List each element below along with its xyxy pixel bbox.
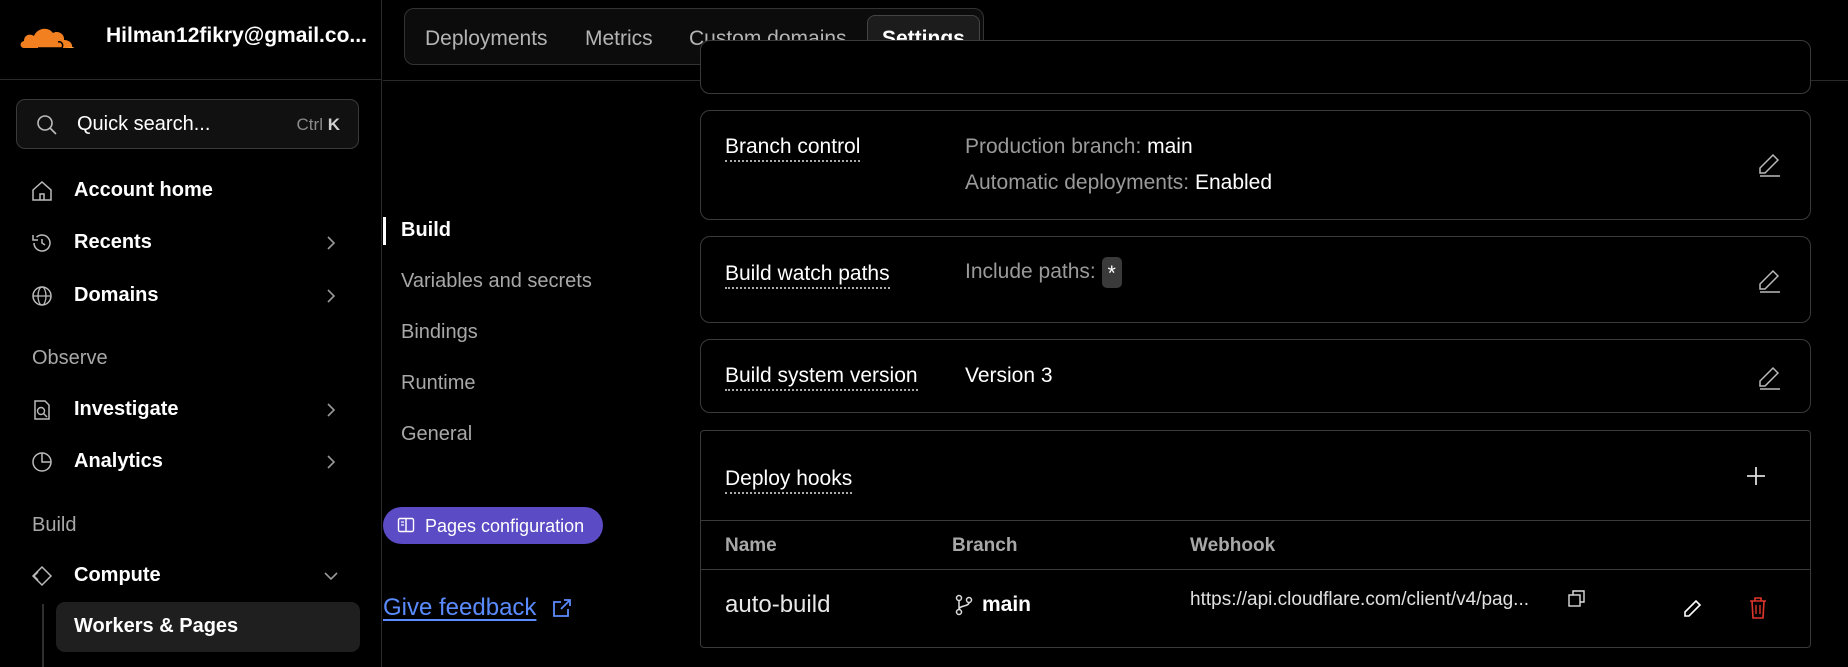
sidebar-item-label: Recents: [74, 231, 152, 253]
deploy-hooks-title[interactable]: Deploy hooks: [725, 467, 853, 494]
settings-nav-runtime[interactable]: Runtime: [401, 372, 475, 395]
settings-nav-general[interactable]: General: [401, 423, 472, 446]
sidebar-item-account-home[interactable]: Account home: [30, 171, 360, 211]
edit-branch-control-icon[interactable]: [1756, 151, 1782, 177]
delete-hook-icon[interactable]: [1748, 596, 1768, 620]
sidebar-item-label: Workers & Pages: [74, 615, 239, 637]
deploy-hooks-card: Deploy hooks Name Branch Webhook auto-bu…: [700, 430, 1811, 648]
sidebar-item-label: Compute: [74, 564, 161, 586]
chevron-right-icon: [327, 289, 336, 303]
sidebar-header: Hilman12fikry@gmail.co...: [0, 0, 382, 80]
auto-deployments-text: Automatic deployments: Enabled: [965, 171, 1273, 194]
edit-watch-paths-icon[interactable]: [1756, 267, 1782, 293]
give-feedback-link[interactable]: Give feedback: [383, 594, 536, 622]
chevron-right-icon: [327, 236, 336, 250]
edit-system-version-icon[interactable]: [1756, 364, 1782, 390]
compute-icon: [31, 565, 53, 587]
account-name[interactable]: Hilman12fikry@gmail.co...: [106, 24, 367, 48]
search-label: Quick search...: [77, 113, 211, 135]
chevron-right-icon: [327, 403, 336, 417]
branch-control-card: Branch control Production branch: main A…: [700, 110, 1811, 220]
sidebar-item-workers-pages[interactable]: Workers & Pages: [56, 602, 360, 652]
external-link-icon[interactable]: [551, 597, 573, 619]
settings-nav-bindings[interactable]: Bindings: [401, 321, 478, 344]
build-watch-paths-title[interactable]: Build watch paths: [725, 262, 890, 289]
sidebar-item-compute[interactable]: Compute: [30, 556, 360, 596]
chevron-down-icon: [324, 572, 338, 581]
section-label-build: Build: [32, 514, 77, 536]
tab-metrics[interactable]: Metrics: [585, 15, 653, 60]
sidebar-item-label: Analytics: [74, 450, 163, 472]
include-paths-chip: *: [1101, 257, 1122, 288]
column-header-branch: Branch: [952, 535, 1018, 556]
search-icon: [37, 115, 57, 135]
cloudflare-logo-icon[interactable]: [18, 22, 76, 50]
pages-configuration-button[interactable]: Pages configuration: [383, 507, 603, 544]
production-branch-text: Production branch: main: [965, 135, 1193, 158]
chevron-right-icon: [327, 455, 336, 469]
sidebar-item-analytics[interactable]: Analytics: [30, 442, 360, 482]
quick-search-button[interactable]: Quick search... Ctrl K: [16, 99, 359, 149]
sidebar-item-label: Account home: [74, 179, 213, 201]
home-icon: [32, 180, 52, 201]
build-system-version-title[interactable]: Build system version: [725, 364, 918, 391]
add-deploy-hook-icon[interactable]: [1742, 462, 1770, 490]
subnav-divider: [42, 604, 44, 667]
sidebar: Hilman12fikry@gmail.co... Quick search..…: [0, 0, 382, 667]
tab-deployments[interactable]: Deployments: [425, 15, 548, 60]
git-branch-icon: [955, 594, 973, 616]
sidebar-item-label: Domains: [74, 284, 159, 306]
hook-webhook-url[interactable]: https://api.cloudflare.com/client/v4/pag…: [1190, 589, 1529, 611]
copy-icon[interactable]: [1567, 589, 1587, 609]
investigate-icon: [34, 400, 50, 420]
hook-branch: main: [982, 593, 1032, 616]
build-system-version-card: Build system version Version 3: [700, 339, 1811, 413]
column-header-name: Name: [725, 535, 777, 556]
sidebar-item-label: Investigate: [74, 398, 179, 420]
analytics-icon: [32, 452, 52, 472]
search-shortcut: Ctrl K: [296, 115, 340, 134]
build-watch-paths-card: Build watch paths Include paths: *: [700, 236, 1811, 323]
previous-settings-card: [700, 40, 1811, 94]
active-indicator: [383, 217, 386, 245]
section-label-observe: Observe: [32, 347, 108, 369]
settings-nav-build[interactable]: Build: [401, 219, 451, 242]
hooks-divider: [701, 520, 1810, 521]
book-icon: [397, 517, 415, 533]
sidebar-item-investigate[interactable]: Investigate: [30, 390, 360, 430]
globe-icon: [32, 286, 52, 306]
build-system-version-value: Version 3: [965, 364, 1053, 387]
history-icon: [32, 234, 51, 252]
hook-name: auto-build: [725, 591, 831, 618]
settings-nav-variables[interactable]: Variables and secrets: [401, 270, 592, 293]
include-paths-text: Include paths: *: [965, 257, 1122, 288]
pages-configuration-label: Pages configuration: [425, 516, 585, 536]
table-row: auto-build main https://api.cloudflare.c…: [701, 570, 1810, 648]
branch-control-title[interactable]: Branch control: [725, 135, 861, 162]
column-header-webhook: Webhook: [1190, 535, 1276, 556]
sidebar-item-recents[interactable]: Recents: [30, 223, 360, 263]
sidebar-item-domains[interactable]: Domains: [30, 276, 360, 316]
edit-hook-icon[interactable]: [1682, 597, 1704, 619]
